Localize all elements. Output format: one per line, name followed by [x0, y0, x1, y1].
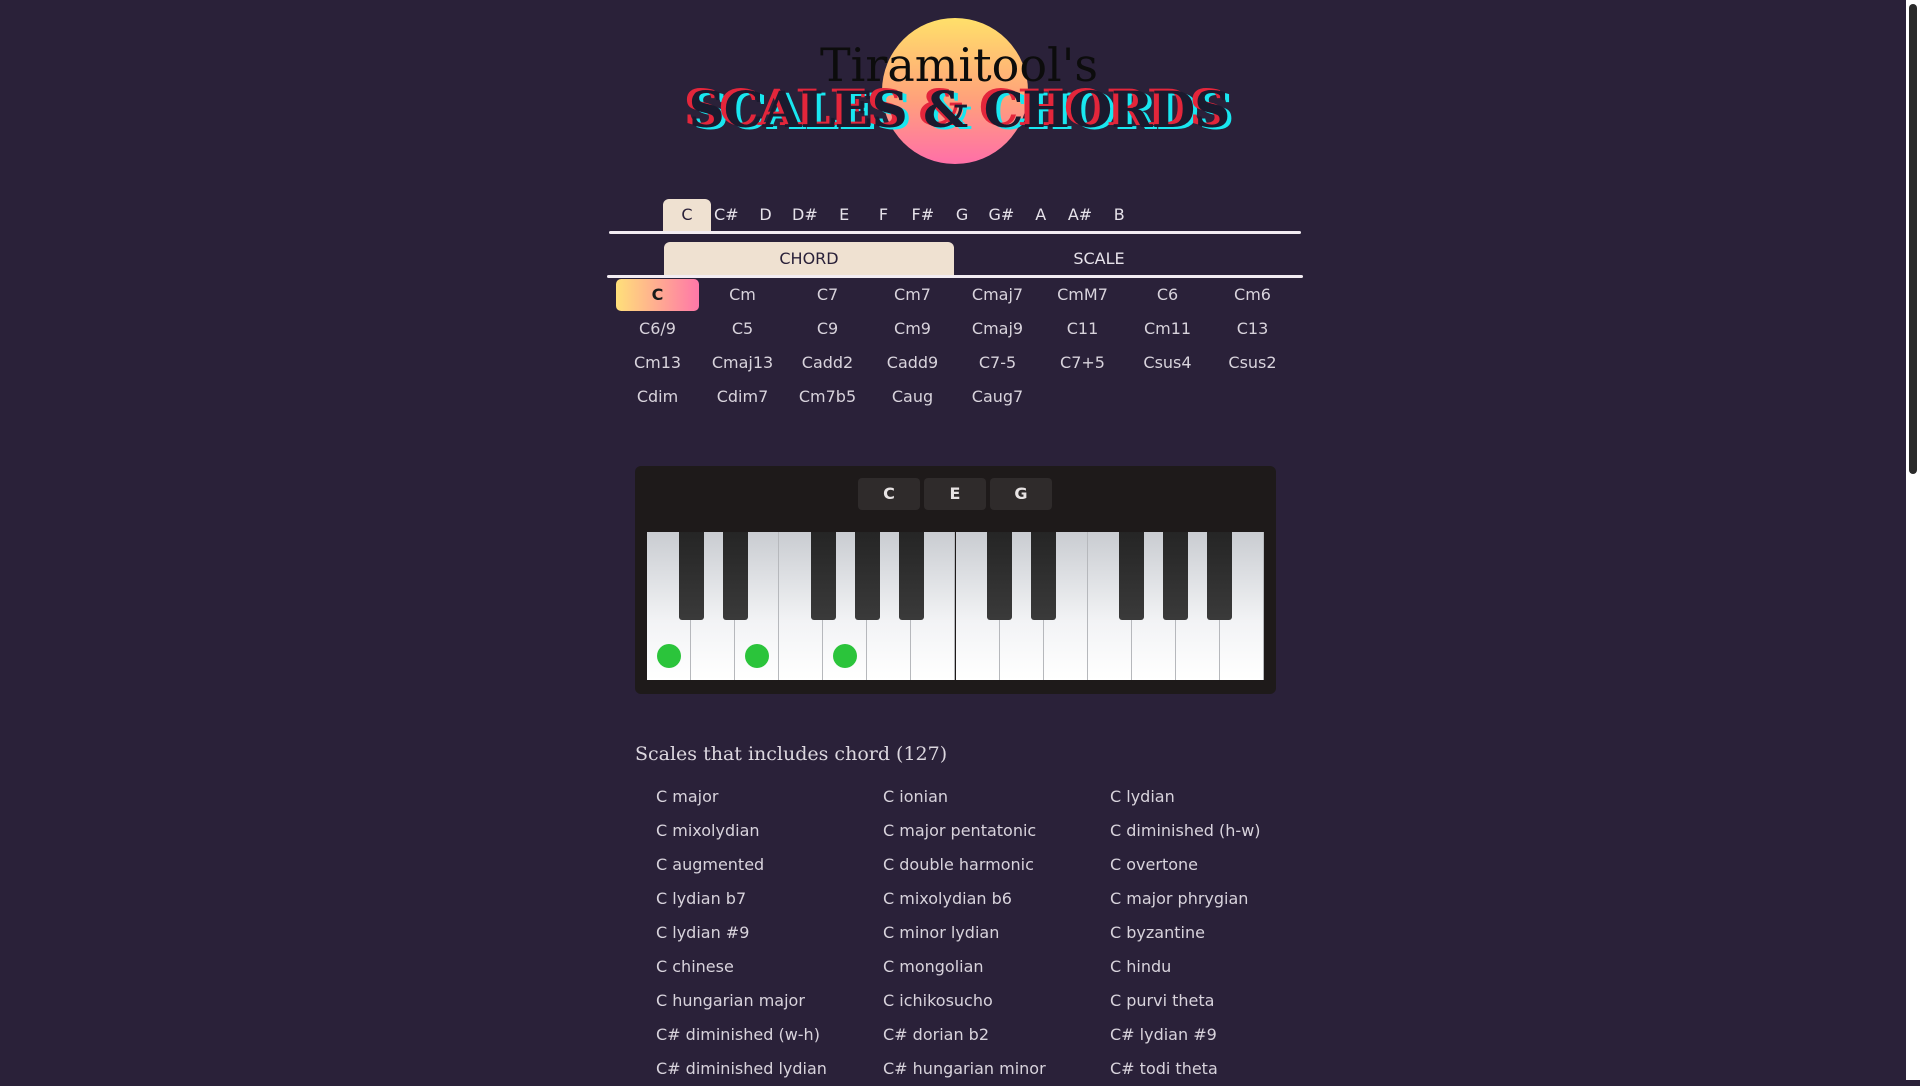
chord-button-c6-9[interactable]: C6/9 [616, 313, 699, 345]
chord-button-cmaj9[interactable]: Cmaj9 [956, 313, 1039, 345]
chord-button-c9[interactable]: C9 [786, 313, 869, 345]
piano-black-key[interactable] [1119, 532, 1145, 620]
chord-button-cmm7[interactable]: CmM7 [1041, 279, 1124, 311]
chord-button-cadd9[interactable]: Cadd9 [871, 347, 954, 379]
chord-button-c11[interactable]: C11 [1041, 313, 1124, 345]
scale-item[interactable]: C ichikosucho [883, 984, 993, 1018]
scale-item[interactable]: C mongolian [883, 950, 984, 984]
scrollbar-track[interactable] [1906, 0, 1920, 1080]
piano-black-key[interactable] [722, 532, 748, 620]
chord-button-cdim[interactable]: Cdim [616, 381, 699, 413]
chord-button-c5[interactable]: C5 [701, 313, 784, 345]
chord-button-csus2[interactable]: Csus2 [1211, 347, 1294, 379]
mode-tab-chord[interactable]: CHORD [664, 242, 954, 276]
note-chip-c: C [858, 478, 920, 510]
chord-button-cmaj7[interactable]: Cmaj7 [956, 279, 1039, 311]
piano-black-key[interactable] [898, 532, 924, 620]
chord-notes: CEG [635, 478, 1276, 510]
chord-button-c13[interactable]: C13 [1211, 313, 1294, 345]
piano-black-key[interactable] [678, 532, 704, 620]
note-chip-e: E [924, 478, 986, 510]
scale-item[interactable]: C chinese [656, 950, 734, 984]
mode-tab-scale[interactable]: SCALE [954, 242, 1244, 276]
chord-button-c7[interactable]: C7 [786, 279, 869, 311]
chord-button-c[interactable]: C [616, 279, 699, 311]
piano-black-key[interactable] [1163, 532, 1189, 620]
mode-tabs-divider [607, 275, 1303, 278]
scale-item[interactable]: C# diminished lydian [656, 1052, 827, 1086]
piano-black-key[interactable] [854, 532, 880, 620]
scale-item[interactable]: C augmented [656, 848, 764, 882]
chord-button-csus4[interactable]: Csus4 [1126, 347, 1209, 379]
chord-button-c6[interactable]: C6 [1126, 279, 1209, 311]
scale-item[interactable]: C# dorian b2 [883, 1018, 989, 1052]
root-note-tabs: C C# D D# E F F# G G# A A# B [609, 199, 1309, 233]
scale-item[interactable]: C mixolydian [656, 814, 760, 848]
chord-button-cm7[interactable]: Cm7 [871, 279, 954, 311]
scale-item[interactable]: C double harmonic [883, 848, 1034, 882]
scale-item[interactable]: C# diminished (w-h) [656, 1018, 820, 1052]
root-tabs-divider [609, 231, 1301, 234]
scale-item[interactable]: C overtone [1110, 848, 1198, 882]
scale-item[interactable]: C byzantine [1110, 916, 1205, 950]
scale-item[interactable]: C lydian [1110, 780, 1175, 814]
note-chip-g: G [990, 478, 1052, 510]
logo: Tiramitool's SCALES & CHORDS [609, 0, 1309, 180]
mode-tabs: CHORD SCALE [664, 242, 1244, 276]
chord-button-cm6[interactable]: Cm6 [1211, 279, 1294, 311]
main-container: Tiramitool's SCALES & CHORDS C C# D D# E F F# G… [607, 0, 1309, 1078]
scrollbar-thumb[interactable] [1909, 4, 1917, 474]
scale-item[interactable]: C# lydian #9 [1110, 1018, 1217, 1052]
note-highlight-dot [745, 644, 770, 668]
chord-button-cm[interactable]: Cm [701, 279, 784, 311]
scale-item[interactable]: C# todi theta [1110, 1052, 1218, 1086]
chord-button-cm7b5[interactable]: Cm7b5 [786, 381, 869, 413]
piano-black-key[interactable] [1031, 532, 1057, 620]
piano-black-key[interactable] [987, 532, 1013, 620]
chord-button-cm13[interactable]: Cm13 [616, 347, 699, 379]
note-highlight-dot [657, 644, 682, 668]
chord-button-cdim7[interactable]: Cdim7 [701, 381, 784, 413]
scale-item[interactable]: C diminished (h-w) [1110, 814, 1261, 848]
chord-button-cm9[interactable]: Cm9 [871, 313, 954, 345]
piano-black-key[interactable] [1207, 532, 1233, 620]
scale-item[interactable]: C# hungarian minor [883, 1052, 1046, 1086]
root-tab-b[interactable]: B [1095, 199, 1143, 231]
scale-item[interactable]: C minor lydian [883, 916, 999, 950]
scale-item[interactable]: C major pentatonic [883, 814, 1036, 848]
scale-item[interactable]: C mixolydian b6 [883, 882, 1012, 916]
chord-button-caug[interactable]: Caug [871, 381, 954, 413]
chord-button-caug7[interactable]: Caug7 [956, 381, 1039, 413]
scale-item[interactable]: C purvi theta [1110, 984, 1214, 1018]
scale-item[interactable]: C ionian [883, 780, 948, 814]
chord-button-cadd2[interactable]: Cadd2 [786, 347, 869, 379]
scale-item[interactable]: C lydian b7 [656, 882, 746, 916]
scales-title: Scales that includes chord (127) [635, 743, 948, 765]
piano-keyboard[interactable] [647, 532, 1264, 680]
chord-button-c7-5[interactable]: C7-5 [956, 347, 1039, 379]
scale-item[interactable]: C hindu [1110, 950, 1171, 984]
piano-black-key[interactable] [810, 532, 836, 620]
chord-button-cmaj13[interactable]: Cmaj13 [701, 347, 784, 379]
piano-panel: CEG [635, 466, 1276, 694]
logo-title-big: SCALES & CHORDS [688, 80, 1231, 139]
scale-item[interactable]: C major [656, 780, 718, 814]
chord-button-c7plus5[interactable]: C7+5 [1041, 347, 1124, 379]
chord-button-cm11[interactable]: Cm11 [1126, 313, 1209, 345]
scale-item[interactable]: C major phrygian [1110, 882, 1248, 916]
scale-item[interactable]: C lydian #9 [656, 916, 749, 950]
scale-item[interactable]: C hungarian major [656, 984, 805, 1018]
